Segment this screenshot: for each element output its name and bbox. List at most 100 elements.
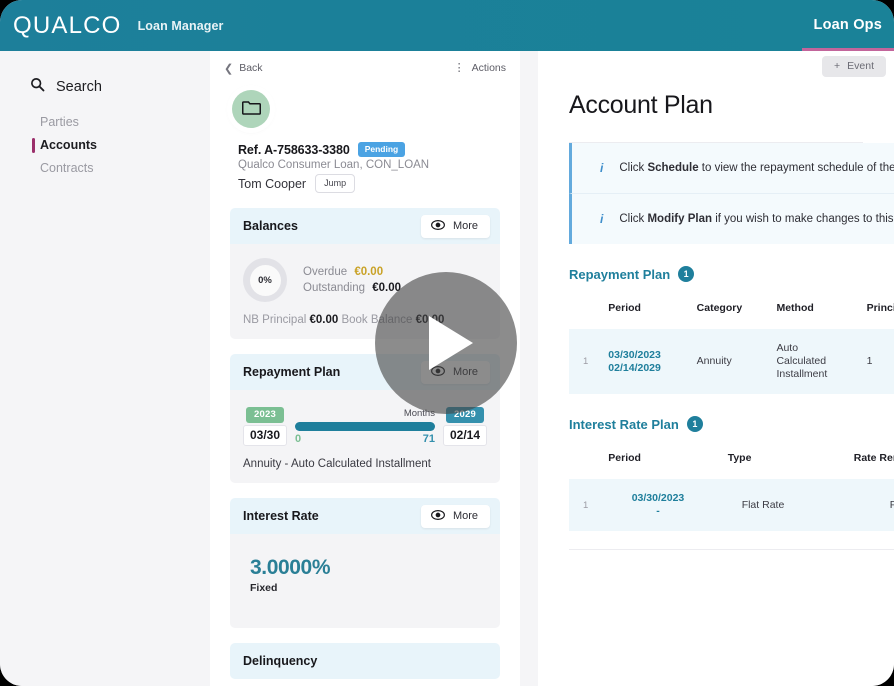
sidebar-item-parties[interactable]: Parties (32, 111, 203, 134)
chevron-left-icon: ❮ (224, 62, 234, 75)
page-title: Account Plan (569, 91, 713, 119)
add-event-label: Event (847, 59, 874, 72)
col-spacer (569, 446, 598, 479)
sidebar-item-contracts[interactable]: Contracts (32, 157, 203, 180)
repayment-plan-table: Period Category Method Principal Frequen… (569, 296, 894, 394)
interest-rate-type: Fixed (250, 582, 278, 594)
col-period: Period (608, 302, 641, 314)
balances-percent: 0% (258, 274, 272, 286)
interest-rate-plan-table: Period Type Rate Renewal 1 03/30/2023- F… (569, 446, 894, 531)
row-type: Flat Rate (717, 479, 844, 531)
plus-icon: + (834, 59, 841, 72)
timeline-tick-min: 0 (295, 433, 302, 445)
repayment-plan-section: Repayment Plan 1 Period Category Method … (569, 266, 894, 394)
interest-rate-card: Interest Rate More 3.0000% Fixed (230, 498, 500, 628)
end-date: 02/14 (442, 425, 487, 446)
overdue-value: €0.00 (354, 266, 384, 278)
account-identity: Ref. A-758633-3380 Pending Qualco Consum… (238, 142, 520, 193)
row-method: Auto Calculated Installment (766, 329, 857, 394)
repayment-plan-table-head: Period Category Method Principal Frequen (569, 296, 894, 329)
table-header-row: Period Category Method Principal Frequen (569, 296, 894, 329)
row-period: 03/30/2023 02/14/2029 (598, 329, 687, 394)
delinquency-card-header: Delinquency (230, 643, 500, 679)
col-spacer (569, 296, 598, 329)
eye-icon (430, 219, 445, 233)
account-plan-panel: + Event Account Plan i Click Schedule to… (538, 51, 894, 686)
row-period: 03/30/2023- (598, 479, 718, 531)
col-period: Period (608, 452, 641, 464)
row-category: Annuity (686, 329, 767, 394)
interest-rate-plan-table-head: Period Type Rate Renewal (569, 446, 894, 479)
nb-principal-label: NB Principal (243, 314, 307, 326)
mid-panel-toolbar: ❮ Back ⋮ Actions (210, 55, 520, 81)
sidebar-item-accounts[interactable]: Accounts (32, 134, 203, 157)
section-bottom-divider (569, 549, 894, 550)
sidebar-nav: Parties Accounts Contracts (32, 111, 203, 180)
account-product: Qualco Consumer Loan, CON_LOAN (238, 159, 430, 171)
jump-button[interactable]: Jump (315, 174, 356, 193)
row-rate-renewal: Fixed (843, 479, 894, 531)
account-ref-row: Ref. A-758633-3380 Pending (238, 142, 520, 157)
col-type: Type (727, 452, 752, 464)
repayment-plan-section-head: Repayment Plan 1 (569, 266, 894, 282)
app-name-label: Loan Manager (137, 18, 224, 33)
outstanding-label: Outstanding (303, 282, 366, 294)
info-icon: i (600, 212, 604, 226)
period-from: 03/30/2023 (608, 348, 661, 361)
period-from: 03/30/2023 (631, 492, 685, 504)
timeline-bar-wrap: Months 0 71 (295, 408, 435, 446)
account-avatar-wrap (232, 90, 520, 128)
actions-button[interactable]: ⋮ Actions (448, 59, 512, 77)
col-category: Category (696, 302, 743, 314)
back-button[interactable]: ❮ Back (218, 59, 269, 78)
repayment-plan-footer: Annuity - Auto Calculated Installment (243, 458, 431, 470)
user-menu[interactable]: Loan Ops (801, 0, 894, 51)
row-principal-frequency: 1 (856, 329, 894, 394)
status-badge: Pending (357, 142, 406, 157)
timeline-start: 2023 03/30 (243, 404, 288, 446)
timeline-progress-bar (295, 422, 435, 431)
timeline-unit-label: Months (403, 408, 435, 419)
top-bar: QUALCO Loan Manager Loan Ops (0, 0, 894, 51)
alert-modify-plan: i Click Modify Plan if you wish to make … (569, 193, 894, 244)
interest-rate-more-button[interactable]: More (420, 504, 490, 528)
qualco-logo: QUALCO (13, 11, 122, 39)
period-to: 02/14/2029 (608, 361, 661, 374)
eye-icon (430, 509, 445, 523)
table-row[interactable]: 1 03/30/2023- Flat Rate Fixed (569, 479, 894, 531)
period-to: - (656, 505, 660, 517)
balances-values: Overdue €0.00 Outstanding €0.00 (303, 264, 401, 296)
col-method: Method (776, 302, 814, 314)
interest-rate-plan-table-body: 1 03/30/2023- Flat Rate Fixed (569, 479, 894, 531)
repayment-plan-count-badge: 1 (678, 266, 695, 282)
kebab-menu-icon: ⋮ (453, 62, 465, 74)
outstanding-row: Outstanding €0.00 (303, 280, 401, 296)
video-play-button[interactable] (375, 272, 517, 414)
balances-card-header: Balances More (230, 208, 500, 244)
delinquency-title: Delinquency (243, 654, 318, 668)
back-label: Back (239, 62, 263, 74)
nb-principal-value: €0.00 (309, 314, 339, 326)
interest-rate-title: Interest Rate (243, 509, 319, 523)
col-rate-renewal: Rate Renewal (853, 452, 894, 464)
balances-more-button[interactable]: More (420, 214, 490, 238)
balances-donut-chart: 0% (243, 258, 287, 302)
add-event-button[interactable]: + Event (822, 55, 886, 77)
info-icon: i (600, 161, 604, 175)
interest-rate-plan-section-head: Interest Rate Plan 1 (569, 416, 894, 432)
balances-more-label: More (452, 220, 478, 232)
table-row[interactable]: 1 03/30/2023 02/14/2029 Annuity Auto Calc… (569, 329, 894, 394)
interest-rate-card-header: Interest Rate More (230, 498, 500, 534)
account-owner-row: Tom Cooper Jump (238, 174, 520, 193)
app-window: QUALCO Loan Manager Loan Ops Search Part… (0, 0, 894, 686)
alert-schedule-strong: Schedule (647, 162, 699, 174)
account-owner: Tom Cooper (238, 176, 307, 191)
alert-modify-plan-strong: Modify Plan (647, 213, 712, 225)
repayment-plan-title: Repayment Plan (243, 365, 341, 379)
interest-rate-value: 3.0000% (250, 556, 331, 579)
search-entry[interactable]: Search (30, 77, 203, 97)
repayment-plan-table-body: 1 03/30/2023 02/14/2029 Annuity Auto Calc… (569, 329, 894, 394)
timeline-tick-max: 71 (422, 433, 435, 445)
balances-title: Balances (243, 219, 298, 233)
folder-icon (241, 99, 261, 120)
